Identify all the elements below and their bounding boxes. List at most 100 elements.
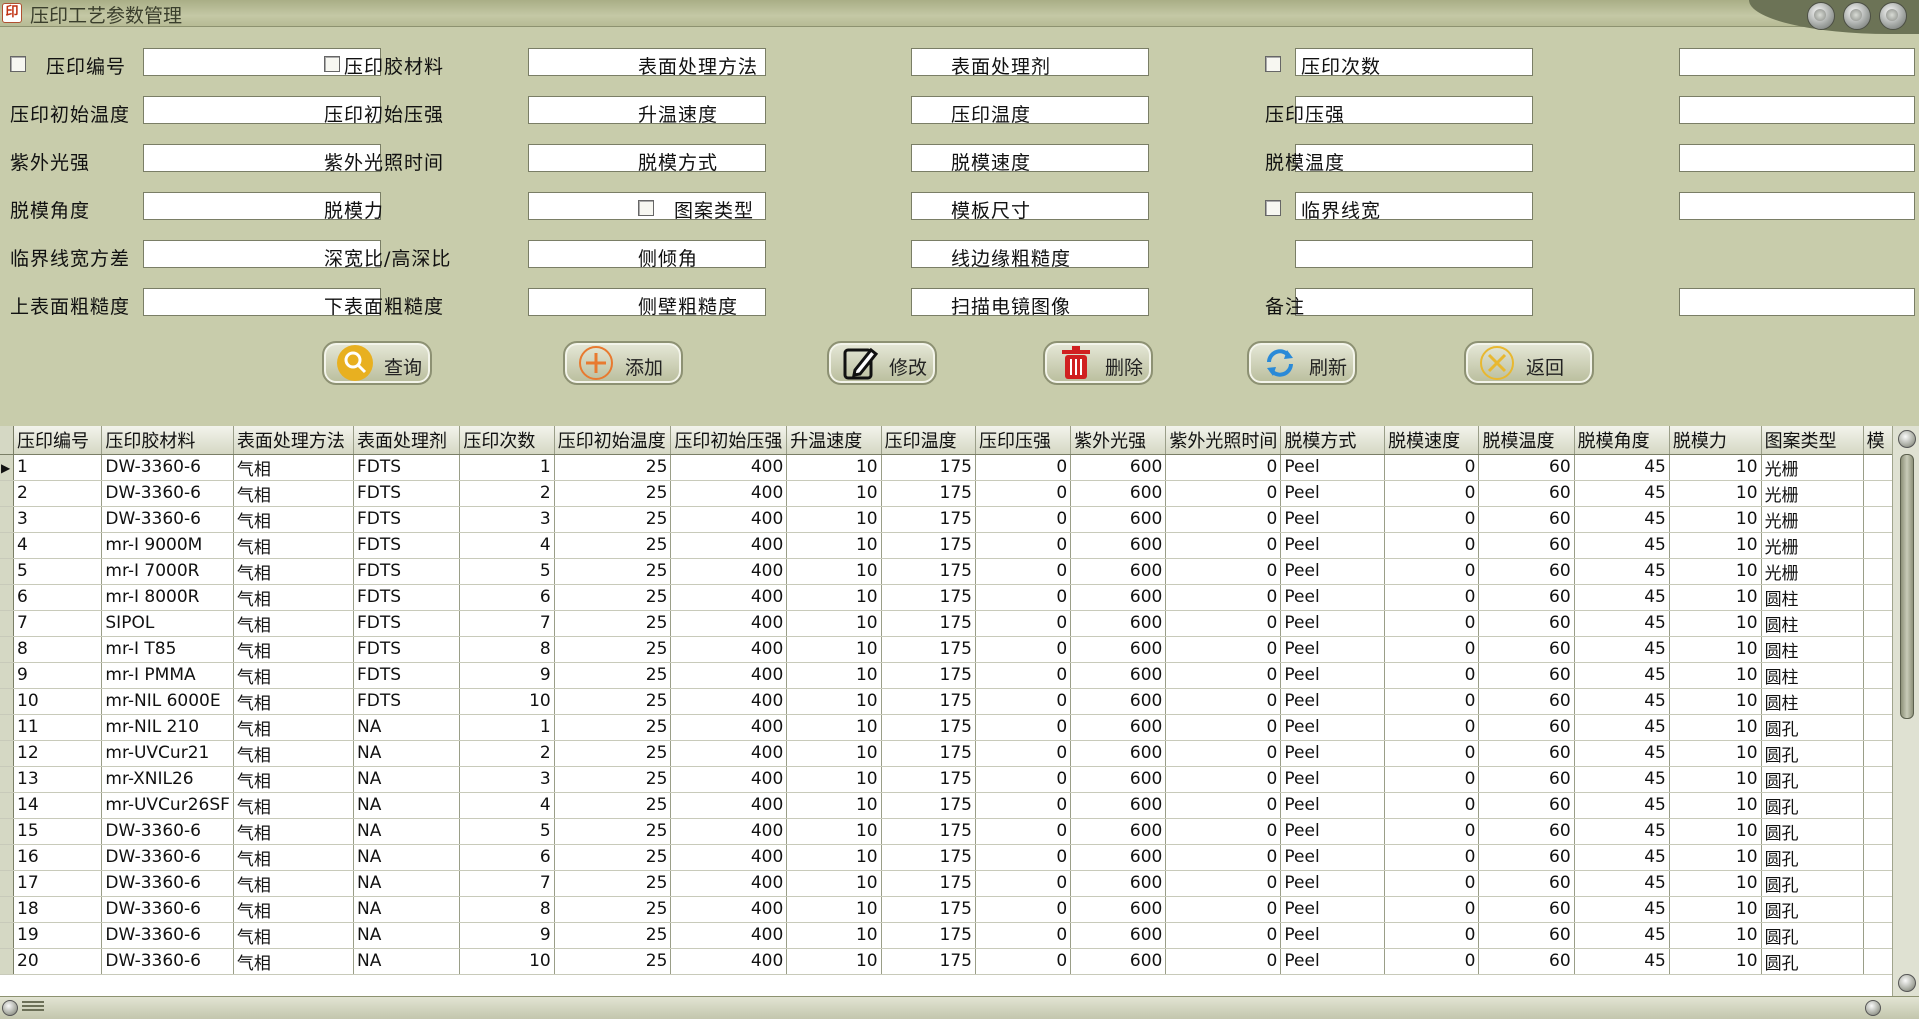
table-cell[interactable]: 600: [1070, 948, 1167, 975]
table-cell[interactable]: 10: [1669, 740, 1762, 767]
table-cell[interactable]: 175: [881, 818, 976, 845]
table-cell[interactable]: 10: [786, 584, 882, 611]
table-cell[interactable]: [1863, 558, 1893, 585]
table-cell[interactable]: 600: [1070, 454, 1167, 481]
column-header[interactable]: 压印初始温度: [554, 426, 672, 455]
table-cell[interactable]: mr-I 8000R: [101, 584, 234, 611]
table-row[interactable]: 13 mr-XNIL26 气相 NA 3 25 400 10 175 0 600 0 Peel 0 60 45…: [0, 766, 1893, 793]
table-cell[interactable]: Peel: [1280, 818, 1386, 845]
table-cell[interactable]: 25: [554, 792, 672, 819]
table-row[interactable]: 17 DW-3360-6 气相 NA 7 25 400 10 175 0 600 0 Peel 0 60 45…: [0, 870, 1893, 897]
table-cell[interactable]: FDTS: [353, 636, 461, 663]
table-cell[interactable]: 175: [881, 584, 976, 611]
row-indicator[interactable]: [0, 948, 14, 975]
table-cell[interactable]: 7: [13, 610, 103, 637]
table-cell[interactable]: 25: [554, 766, 672, 793]
table-cell[interactable]: mr-I T85: [101, 636, 234, 663]
maximize-button[interactable]: [1843, 2, 1871, 30]
column-header[interactable]: 压印温度: [881, 426, 976, 455]
table-cell[interactable]: 400: [670, 558, 788, 585]
table-cell[interactable]: mr-UVCur26SF: [101, 792, 234, 819]
table-cell[interactable]: 25: [554, 506, 672, 533]
table-cell[interactable]: 0: [1384, 844, 1480, 871]
table-cell[interactable]: 10: [459, 688, 555, 715]
field-input[interactable]: [1295, 240, 1533, 268]
table-cell[interactable]: 60: [1478, 792, 1575, 819]
table-cell[interactable]: 5: [13, 558, 103, 585]
table-cell[interactable]: 4: [13, 532, 103, 559]
table-cell[interactable]: 60: [1478, 896, 1575, 923]
table-cell[interactable]: 60: [1478, 610, 1575, 637]
table-cell[interactable]: Peel: [1280, 740, 1386, 767]
table-cell[interactable]: 60: [1478, 480, 1575, 507]
column-header[interactable]: 压印编号: [13, 426, 103, 455]
table-row[interactable]: 4 mr-I 9000M 气相 FDTS 4 25 400 10 175 0 600 0 Peel 0 60…: [0, 532, 1893, 559]
table-cell[interactable]: 10: [1669, 844, 1762, 871]
table-cell[interactable]: 25: [554, 922, 672, 949]
table-cell[interactable]: NA: [353, 766, 461, 793]
row-indicator[interactable]: [0, 558, 14, 585]
column-header[interactable]: 脱模方式: [1280, 426, 1386, 455]
table-cell[interactable]: 25: [554, 480, 672, 507]
table-cell[interactable]: Peel: [1280, 636, 1386, 663]
table-cell[interactable]: 圆孔: [1761, 792, 1864, 819]
table-cell[interactable]: 400: [670, 506, 788, 533]
table-cell[interactable]: 600: [1070, 818, 1167, 845]
table-cell[interactable]: 10: [786, 870, 882, 897]
table-cell[interactable]: 10: [786, 818, 882, 845]
row-indicator[interactable]: [0, 714, 14, 741]
table-cell[interactable]: 10: [1669, 948, 1762, 975]
table-cell[interactable]: 0: [1165, 480, 1282, 507]
table-cell[interactable]: 0: [1165, 636, 1282, 663]
table-cell[interactable]: 6: [13, 584, 103, 611]
table-cell[interactable]: [1863, 896, 1893, 923]
table-cell[interactable]: 0: [1384, 766, 1480, 793]
table-cell[interactable]: 400: [670, 454, 788, 481]
table-cell[interactable]: 0: [975, 454, 1072, 481]
table-cell[interactable]: Peel: [1280, 688, 1386, 715]
row-indicator[interactable]: [0, 740, 14, 767]
table-cell[interactable]: 1: [459, 454, 555, 481]
table-cell[interactable]: 60: [1478, 870, 1575, 897]
table-cell[interactable]: 8: [459, 636, 555, 663]
table-cell[interactable]: 10: [786, 662, 882, 689]
row-indicator[interactable]: [0, 792, 14, 819]
table-cell[interactable]: FDTS: [353, 584, 461, 611]
table-cell[interactable]: Peel: [1280, 766, 1386, 793]
table-cell[interactable]: 7: [459, 610, 555, 637]
table-cell[interactable]: 3: [13, 506, 103, 533]
field-input[interactable]: [1295, 288, 1533, 316]
table-cell[interactable]: 2: [13, 480, 103, 507]
table-cell[interactable]: FDTS: [353, 506, 461, 533]
table-cell[interactable]: 10: [1669, 766, 1762, 793]
table-cell[interactable]: 600: [1070, 740, 1167, 767]
field-input[interactable]: [1679, 288, 1915, 316]
field-input[interactable]: [1679, 144, 1915, 172]
table-cell[interactable]: 600: [1070, 766, 1167, 793]
table-cell[interactable]: 175: [881, 688, 976, 715]
table-cell[interactable]: 11: [13, 714, 103, 741]
table-cell[interactable]: 25: [554, 714, 672, 741]
table-cell[interactable]: NA: [353, 896, 461, 923]
table-cell[interactable]: 45: [1574, 662, 1670, 689]
table-cell[interactable]: 10: [1669, 610, 1762, 637]
table-cell[interactable]: 60: [1478, 454, 1575, 481]
table-cell[interactable]: 0: [1165, 948, 1282, 975]
table-cell[interactable]: 0: [975, 870, 1072, 897]
table-cell[interactable]: 4: [459, 792, 555, 819]
table-cell[interactable]: 5: [459, 558, 555, 585]
table-cell[interactable]: 9: [459, 662, 555, 689]
table-cell[interactable]: 600: [1070, 584, 1167, 611]
table-cell[interactable]: 10: [786, 454, 882, 481]
column-header[interactable]: 升温速度: [786, 426, 882, 455]
table-cell[interactable]: 60: [1478, 818, 1575, 845]
column-header[interactable]: 压印次数: [459, 426, 555, 455]
table-cell[interactable]: 气相: [233, 714, 355, 741]
table-cell[interactable]: 25: [554, 532, 672, 559]
table-cell[interactable]: 10: [786, 506, 882, 533]
table-cell[interactable]: 17: [13, 870, 103, 897]
table-row[interactable]: 18 DW-3360-6 气相 NA 8 25 400 10 175 0 600 0 Peel 0 60 45…: [0, 896, 1893, 923]
table-cell[interactable]: 10: [786, 610, 882, 637]
table-cell[interactable]: 10: [1669, 922, 1762, 949]
table-cell[interactable]: 0: [1165, 922, 1282, 949]
